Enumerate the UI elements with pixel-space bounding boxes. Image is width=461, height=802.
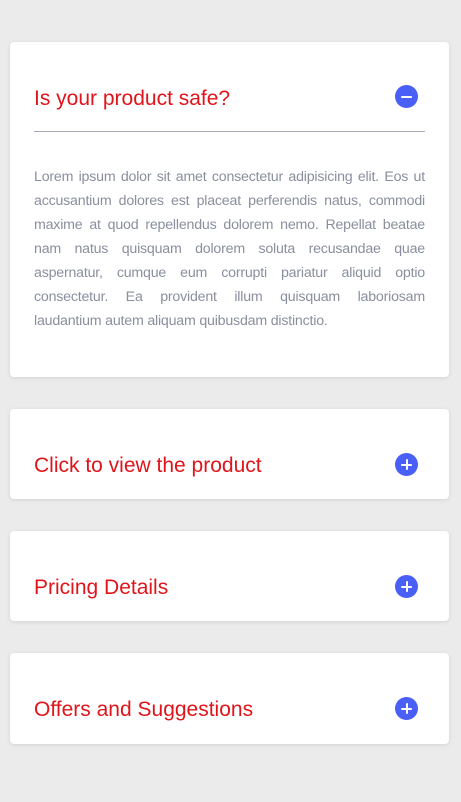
accordion-item-offers: Offers and Suggestions <box>10 653 449 744</box>
plus-circle-icon[interactable] <box>395 453 418 476</box>
accordion-title: Is your product safe? <box>34 87 231 110</box>
accordion-title: Pricing Details <box>34 576 169 599</box>
accordion-body-text: Lorem ipsum dolor sit amet consectetur a… <box>34 169 425 329</box>
minus-circle-icon[interactable] <box>395 85 418 108</box>
accordion-item-product-safety: Is your product safe? Lorem ipsum dolor … <box>10 42 449 377</box>
accordion-header[interactable]: Click to view the product <box>10 409 449 497</box>
accordion-item-view-product: Click to view the product <box>10 409 449 499</box>
plus-circle-icon[interactable] <box>395 575 418 598</box>
accordion-item-pricing-details: Pricing Details <box>10 531 449 621</box>
accordion-header[interactable]: Offers and Suggestions <box>10 653 449 741</box>
accordion-title: Click to view the product <box>34 454 262 477</box>
accordion-divider <box>34 131 425 132</box>
accordion-header[interactable]: Pricing Details <box>10 531 449 619</box>
plus-circle-icon[interactable] <box>395 697 418 720</box>
accordion-header[interactable]: Is your product safe? <box>10 42 449 130</box>
accordion-title: Offers and Suggestions <box>34 698 254 721</box>
